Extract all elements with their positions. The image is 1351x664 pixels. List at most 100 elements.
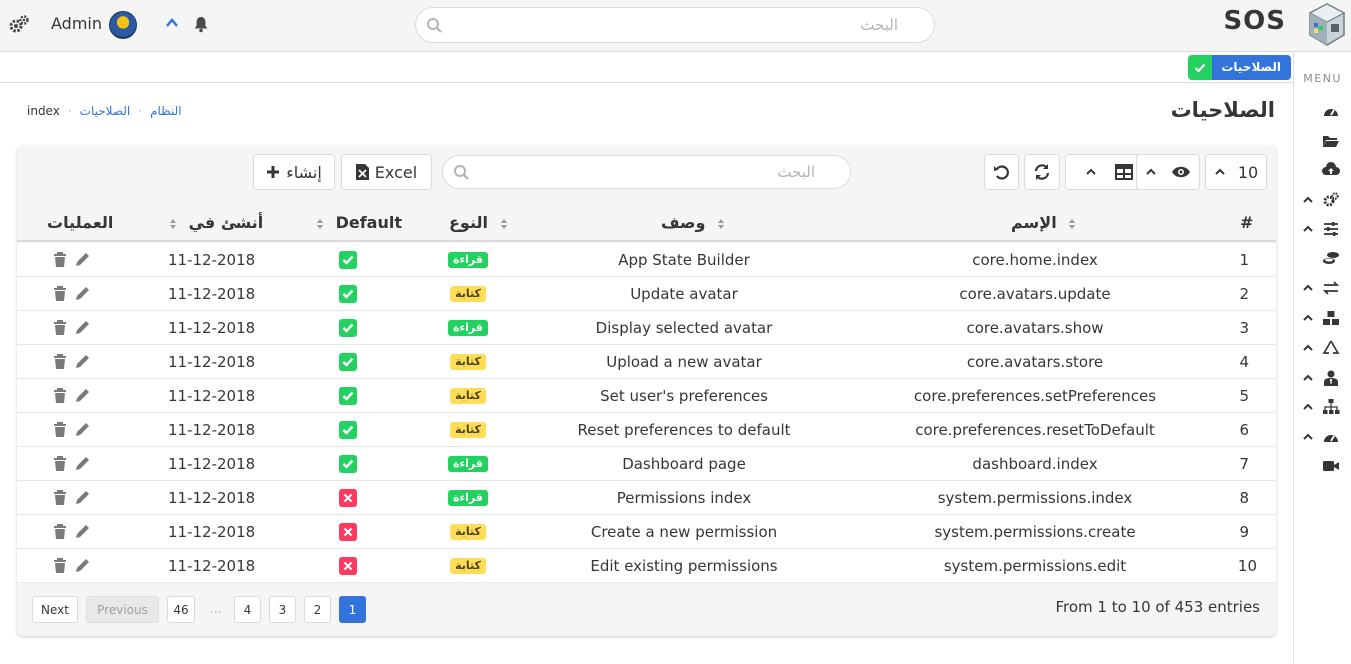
cell-description: Create a new permission (590, 523, 778, 541)
edit-pencil-icon[interactable] (76, 423, 89, 436)
create-button-label: إنشاء (286, 162, 322, 182)
exchange-icon (1322, 281, 1340, 295)
app-logo-icon[interactable] (1307, 2, 1347, 48)
brand-name[interactable]: SOS (1223, 6, 1286, 36)
type-badge-write: كتابة (450, 354, 486, 370)
column-header-name[interactable]: الإسم (1011, 213, 1082, 232)
sliders-icon (1324, 222, 1338, 236)
pagination-previous-button[interactable]: Previous (86, 596, 159, 623)
cell-created-at: 11-12-2018 (168, 455, 256, 473)
edit-pencil-icon[interactable] (76, 321, 89, 334)
trash-icon[interactable] (54, 422, 66, 437)
search-icon (454, 165, 469, 180)
sidebar-item-settings[interactable] (1293, 187, 1351, 213)
bell-icon[interactable] (192, 15, 210, 33)
pagination-page-2[interactable]: 2 (304, 596, 331, 623)
sidebar-item-boxes[interactable] (1293, 305, 1351, 331)
page-size-dropdown[interactable]: 10 (1205, 154, 1267, 190)
cell-created-at: 11-12-2018 (168, 251, 256, 269)
type-badge-read: قراءة (448, 490, 488, 506)
cell-created-at: 11-12-2018 (168, 557, 256, 575)
breadcrumb-link-system[interactable]: النظام (150, 104, 182, 118)
pagination-ellipsis: ... (210, 602, 222, 616)
trash-icon[interactable] (54, 490, 66, 505)
type-badge-write: كتابة (450, 558, 486, 574)
create-button[interactable]: إنشاء (253, 154, 335, 190)
excel-export-button[interactable]: Excel (341, 154, 432, 190)
cell-created-at: 11-12-2018 (168, 387, 256, 405)
tab-close-check[interactable] (1188, 55, 1213, 80)
column-header-created-at[interactable]: أنشئ في (163, 213, 263, 232)
edit-pencil-icon[interactable] (76, 253, 89, 266)
table-header: # الإسم وصف النوع Default أنشئ في العملي… (17, 208, 1276, 242)
edit-pencil-icon[interactable] (76, 355, 89, 368)
cell-description: Update avatar (630, 285, 738, 303)
boxes-icon (1323, 311, 1339, 325)
edit-pencil-icon[interactable] (76, 389, 89, 402)
sidebar-item-monitor[interactable] (1293, 424, 1351, 450)
sidebar-item-files[interactable] (1293, 128, 1351, 154)
row-actions (54, 388, 89, 403)
table-search-input[interactable]: البحث (442, 155, 851, 189)
sidebar-item-dashboard[interactable] (1293, 99, 1351, 125)
cell-index: 8 (1239, 489, 1249, 507)
sidebar-item-preferences[interactable] (1293, 216, 1351, 242)
column-header-description[interactable]: وصف (661, 213, 731, 232)
user-name[interactable]: Admin (51, 14, 102, 33)
trash-icon[interactable] (54, 456, 66, 471)
sidebar-item-users[interactable] (1293, 365, 1351, 391)
tab-permissions[interactable]: الصلاحيات (1188, 55, 1291, 80)
trash-icon[interactable] (54, 286, 66, 301)
edit-pencil-icon[interactable] (76, 287, 89, 300)
pagination-page-3[interactable]: 3 (269, 596, 296, 623)
chevron-up-icon (1303, 314, 1313, 321)
column-header-default[interactable]: Default (310, 213, 402, 232)
edit-pencil-icon[interactable] (76, 559, 89, 572)
global-search-input[interactable]: البحث (415, 7, 935, 43)
avatar[interactable] (109, 11, 137, 39)
reset-button[interactable] (984, 154, 1019, 190)
cell-name: dashboard.index (972, 455, 1098, 473)
row-actions (54, 286, 89, 301)
cell-description: Permissions index (616, 489, 752, 507)
trash-icon[interactable] (54, 388, 66, 403)
sidebar-item-upload[interactable] (1293, 157, 1351, 183)
pagination-page-4[interactable]: 4 (234, 596, 261, 623)
file-excel-icon (355, 164, 369, 180)
edit-pencil-icon[interactable] (76, 491, 89, 504)
reload-button[interactable] (1024, 154, 1060, 190)
pagination-page-46[interactable]: 46 (167, 596, 195, 623)
trash-icon[interactable] (54, 524, 66, 539)
table-icon (1114, 164, 1133, 180)
row-actions (54, 252, 89, 267)
sidebar-item-video[interactable] (1293, 453, 1351, 479)
edit-pencil-icon[interactable] (76, 525, 89, 538)
settings-gears-icon[interactable] (8, 14, 30, 36)
visibility-dropdown-button[interactable] (1136, 154, 1200, 190)
pagination-page-1-current[interactable]: 1 (339, 596, 366, 623)
sidebar-item-recycle[interactable] (1293, 335, 1351, 361)
pagination-next-button[interactable]: Next (32, 596, 78, 623)
trash-icon[interactable] (54, 558, 66, 573)
chevron-up-icon (1303, 284, 1313, 291)
cell-description: Upload a new avatar (606, 353, 762, 371)
default-checked-icon (339, 421, 357, 439)
edit-pencil-icon[interactable] (76, 457, 89, 470)
sidebar-item-exchange[interactable] (1293, 275, 1351, 301)
trash-icon[interactable] (54, 354, 66, 369)
breadcrumb: index · الصلاحيات · النظام (27, 104, 182, 118)
breadcrumb-link-permissions[interactable]: الصلاحيات (80, 104, 131, 118)
type-badge-write: كتابة (450, 524, 486, 540)
chevron-up-icon[interactable] (163, 14, 181, 32)
cell-name: system.permissions.edit (943, 557, 1127, 575)
trash-icon[interactable] (54, 252, 66, 267)
column-header-type[interactable]: النوع (449, 213, 514, 232)
sidebar-item-structure[interactable] (1293, 394, 1351, 420)
sidebar-item-coins[interactable] (1293, 245, 1351, 271)
folder-open-icon (1323, 136, 1339, 147)
sidebar-menu-label: MENU (1303, 72, 1342, 85)
tachometer-icon (1324, 435, 1338, 442)
trash-icon[interactable] (54, 320, 66, 335)
eye-icon (1172, 166, 1190, 178)
video-icon (1323, 461, 1339, 471)
